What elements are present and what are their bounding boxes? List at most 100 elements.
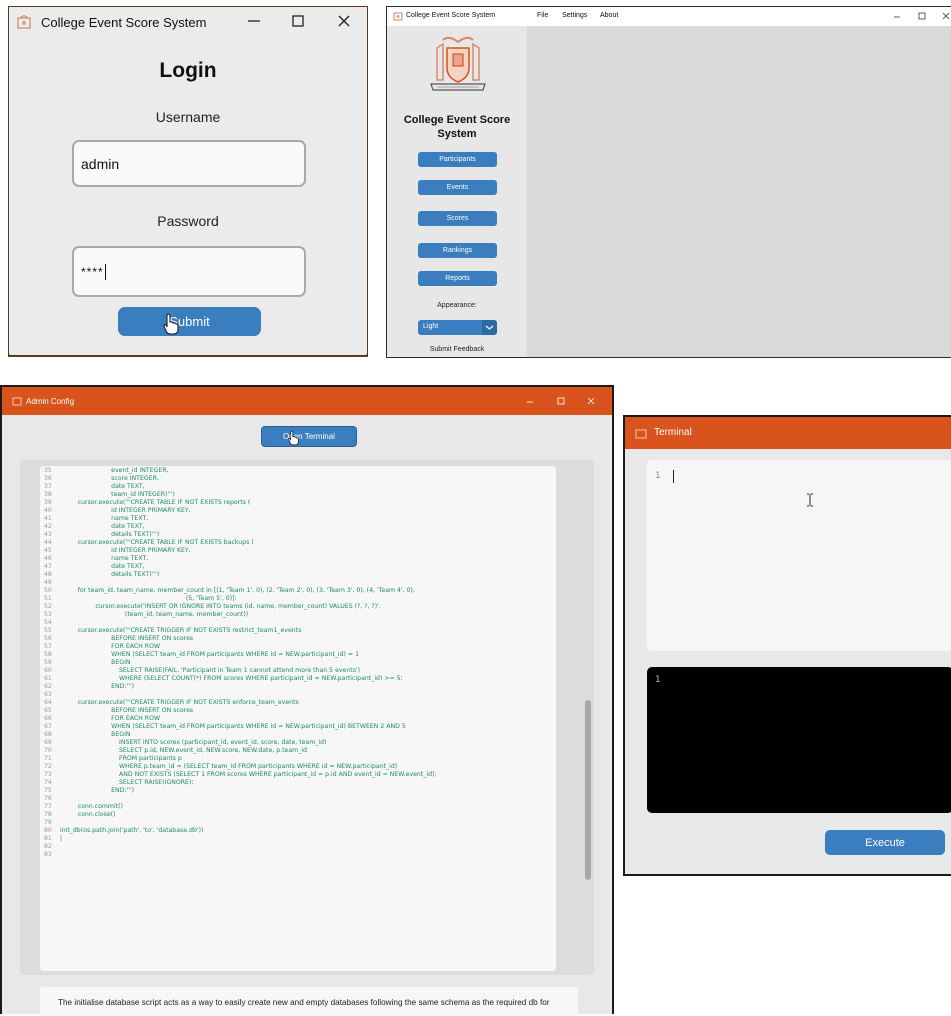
admin-titlebar: Admin Config bbox=[2, 387, 612, 415]
dropdown-arrow[interactable] bbox=[482, 320, 497, 335]
code-line: 57 FOR EACH ROW bbox=[44, 643, 437, 651]
terminal-output: 1 bbox=[647, 667, 951, 813]
code-line: 50 for team_id, team_name, member_count … bbox=[44, 587, 437, 595]
terminal-editor[interactable]: 1 bbox=[647, 460, 951, 651]
code-line: 65 BEFORE INSERT ON scores bbox=[44, 707, 437, 715]
line-text: id INTEGER PRIMARY KEY, bbox=[60, 547, 191, 554]
maximize-button[interactable] bbox=[556, 396, 566, 406]
code-line: 46 name TEXT, bbox=[44, 555, 437, 563]
line-text: BEFORE INSERT ON scores bbox=[60, 635, 194, 642]
nav-scores-button[interactable]: Scores bbox=[418, 211, 497, 226]
open-terminal-button[interactable]: Open Terminal bbox=[261, 426, 357, 447]
hand-cursor-icon bbox=[288, 430, 299, 446]
menu-file[interactable]: File bbox=[537, 12, 548, 19]
minimize-button[interactable] bbox=[892, 11, 902, 21]
window-title: Terminal bbox=[654, 427, 692, 438]
login-titlebar: College Event Score System bbox=[9, 7, 367, 39]
line-text: cursor.execute('INSERT OR IGNORE INTO te… bbox=[60, 603, 381, 610]
execute-button[interactable]: Execute bbox=[825, 830, 945, 855]
line-number: 40 bbox=[44, 507, 52, 514]
nav-rankings-button[interactable]: Rankings bbox=[418, 243, 497, 258]
login-heading: Login bbox=[159, 59, 217, 82]
line-number: 66 bbox=[44, 715, 52, 722]
nav-events-button[interactable]: Events bbox=[418, 180, 497, 195]
code-line: 39 cursor.execute('''CREATE TABLE IF NOT… bbox=[44, 499, 437, 507]
app-logo-icon bbox=[17, 14, 31, 29]
line-number: 70 bbox=[44, 747, 52, 754]
code-editor-surface: 35 event_id INTEGER, 36 score INTEGER, 37 … bbox=[40, 466, 556, 971]
line-number: 63 bbox=[44, 691, 52, 698]
code-line: 47 date TEXT, bbox=[44, 563, 437, 571]
line-number: 74 bbox=[44, 779, 52, 786]
line-number: 78 bbox=[44, 811, 52, 818]
password-field[interactable]: **** bbox=[72, 246, 306, 297]
window-title: College Event Score System bbox=[41, 15, 207, 30]
window-title: Admin Config bbox=[26, 397, 75, 406]
menu-about[interactable]: About bbox=[600, 12, 618, 19]
line-number: 48 bbox=[44, 571, 52, 578]
nav-participants-button[interactable]: Participants bbox=[418, 152, 497, 167]
line-text: FOR EACH ROW bbox=[60, 715, 161, 722]
line-number: 41 bbox=[44, 515, 52, 522]
line-text: conn.close() bbox=[60, 811, 116, 818]
code-line: 75 END;''') bbox=[44, 787, 437, 795]
line-number: 68 bbox=[44, 731, 52, 738]
line-number: 73 bbox=[44, 771, 52, 778]
submit-button[interactable]: Submit bbox=[118, 307, 261, 336]
line-text: END;''') bbox=[60, 787, 135, 794]
editor-line-number: 1 bbox=[655, 471, 661, 481]
close-button[interactable] bbox=[338, 14, 350, 27]
maximize-button[interactable] bbox=[917, 11, 927, 21]
line-number: 53 bbox=[44, 611, 52, 618]
code-line: 59 BEGIN bbox=[44, 659, 437, 667]
submit-feedback-link[interactable]: Submit Feedback bbox=[387, 346, 527, 353]
line-number: 57 bbox=[44, 643, 52, 650]
password-value: **** bbox=[81, 264, 104, 279]
line-number: 44 bbox=[44, 539, 52, 546]
close-button[interactable] bbox=[941, 11, 951, 21]
line-number: 72 bbox=[44, 763, 52, 770]
line-number: 65 bbox=[44, 707, 52, 714]
nav-reports-button[interactable]: Reports bbox=[418, 271, 497, 286]
text-cursor bbox=[673, 470, 674, 483]
line-text: conn.commit() bbox=[60, 803, 123, 810]
app-logo-icon bbox=[635, 427, 647, 439]
password-label: Password bbox=[157, 213, 219, 229]
line-number: 55 bbox=[44, 627, 52, 634]
line-text: FOR EACH ROW bbox=[60, 643, 161, 650]
code-line: 37 date TEXT, bbox=[44, 483, 437, 491]
admin-window-body: Admin Config Open Terminal 35 event_id I… bbox=[2, 387, 612, 1016]
code-line: 45 id INTEGER PRIMARY KEY, bbox=[44, 547, 437, 555]
minimize-button[interactable] bbox=[525, 396, 535, 406]
login-window-body: College Event Score System Login Usernam… bbox=[9, 7, 367, 355]
maximize-button[interactable] bbox=[292, 14, 304, 27]
line-number: 76 bbox=[44, 795, 52, 802]
appearance-dropdown[interactable]: Light bbox=[418, 320, 497, 335]
hand-cursor-icon bbox=[163, 313, 179, 335]
minimize-button[interactable] bbox=[247, 13, 261, 27]
line-text: WHEN (SELECT team_id FROM participants W… bbox=[60, 723, 406, 730]
line-number: 45 bbox=[44, 547, 52, 554]
line-number: 58 bbox=[44, 651, 52, 658]
username-label: Username bbox=[155, 109, 221, 125]
editor-scrollbar-thumb[interactable] bbox=[585, 700, 591, 880]
line-number: 43 bbox=[44, 531, 52, 538]
line-text: WHEN (SELECT team_id FROM participants W… bbox=[60, 651, 360, 658]
code-line: 38 team_id INTEGER)''') bbox=[44, 491, 437, 499]
code-line: 83 bbox=[44, 851, 437, 859]
username-field[interactable]: admin bbox=[72, 140, 306, 187]
code-line: 63 bbox=[44, 691, 437, 699]
code-line: 68 BEGIN bbox=[44, 731, 437, 739]
editor-scrollbar[interactable] bbox=[585, 466, 591, 971]
code-line: 66 FOR EACH ROW bbox=[44, 715, 437, 723]
close-button[interactable] bbox=[586, 396, 596, 406]
execute-label: Execute bbox=[865, 836, 905, 849]
line-number: 61 bbox=[44, 675, 52, 682]
line-text: BEGIN bbox=[60, 731, 131, 738]
menu-settings[interactable]: Settings bbox=[562, 12, 587, 19]
line-text: WHERE p.team_id = (SELECT team_id FROM p… bbox=[60, 763, 398, 770]
i-beam-cursor-icon bbox=[806, 493, 814, 507]
line-text: (5, 'Team 5', 0)]: bbox=[60, 595, 237, 602]
code-line: 80 init_db(os.path.join('path', 'to', 'da… bbox=[44, 827, 437, 835]
code-editor[interactable]: 35 event_id INTEGER, 36 score INTEGER, 37 … bbox=[20, 460, 594, 975]
